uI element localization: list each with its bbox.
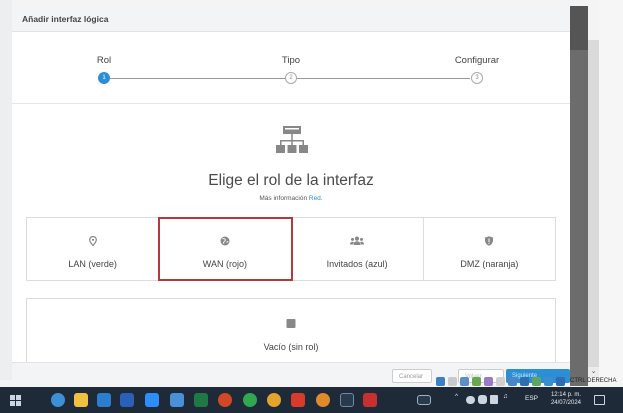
square-icon bbox=[286, 319, 296, 328]
display-icon[interactable] bbox=[508, 376, 517, 386]
windows-taskbar: ^ ♫ ESP 12:14 p. m. 24/07/2024 bbox=[0, 387, 623, 413]
add-logical-interface-dialog: Añadir interfaz lógica Rol 1 Tipo 2 Conf… bbox=[12, 6, 570, 362]
file-explorer-icon[interactable] bbox=[74, 393, 88, 407]
role-label-void: Vacío (sin rol) bbox=[263, 342, 319, 352]
network-icon[interactable] bbox=[472, 376, 481, 386]
role-option-void[interactable]: Vacío (sin rol) bbox=[26, 298, 556, 362]
onedrive-icon[interactable] bbox=[466, 396, 475, 404]
role-label-wan: WAN (rojo) bbox=[202, 259, 247, 269]
stepper-line bbox=[110, 78, 286, 79]
step-label-configurar: Configurar bbox=[454, 55, 500, 66]
clock-time: 12:14 p. m. bbox=[550, 392, 581, 398]
whatsapp-icon[interactable] bbox=[243, 393, 257, 407]
acrobat-icon[interactable] bbox=[291, 393, 305, 407]
more-info-link[interactable]: Red. bbox=[309, 195, 323, 202]
chrome-icon[interactable] bbox=[267, 393, 281, 407]
start-menu-icon[interactable] bbox=[10, 395, 21, 406]
chrome-alt-icon[interactable] bbox=[316, 393, 330, 407]
notification-center-icon[interactable] bbox=[594, 395, 605, 405]
powerpoint-icon[interactable] bbox=[218, 393, 232, 407]
more-info-prefix: Más información bbox=[259, 195, 308, 202]
step-label-rol: Rol bbox=[96, 55, 112, 66]
word-icon[interactable] bbox=[120, 393, 134, 407]
more-info-text: Más información Red. bbox=[12, 195, 570, 202]
page-scrollbar[interactable] bbox=[588, 40, 599, 368]
edge-browser-icon[interactable] bbox=[51, 393, 65, 407]
wizard-stepper: Rol 1 Tipo 2 Configurar 3 bbox=[12, 32, 570, 104]
map-pin-icon bbox=[88, 235, 97, 249]
network-topology-icon bbox=[275, 124, 309, 163]
modal-overlay-edge-top bbox=[570, 6, 588, 50]
role-label-guests: Invitados (azul) bbox=[326, 259, 388, 269]
usb-icon[interactable] bbox=[484, 376, 493, 386]
app-icon[interactable] bbox=[170, 393, 184, 407]
step-circle-tipo[interactable]: 2 bbox=[285, 72, 297, 84]
recording-icon[interactable] bbox=[520, 376, 529, 386]
shared-folder-icon[interactable] bbox=[496, 376, 505, 386]
settings-icon[interactable] bbox=[340, 393, 354, 407]
dialog-title: Añadir interfaz lógica bbox=[22, 14, 109, 24]
modal-overlay-edge bbox=[570, 6, 588, 386]
users-icon bbox=[350, 236, 365, 249]
cancel-button[interactable]: Cancelar bbox=[392, 369, 432, 383]
keyboard-icon[interactable] bbox=[556, 376, 565, 386]
globe-icon bbox=[220, 236, 230, 249]
vm-status-bar: CTRL DERECHA bbox=[436, 375, 616, 387]
dialog-header: Añadir interfaz lógica bbox=[12, 6, 570, 32]
tray-chevron-icon[interactable]: ^ bbox=[455, 393, 458, 400]
screen-edge bbox=[0, 0, 12, 380]
role-label-lan: LAN (verde) bbox=[68, 259, 117, 269]
role-option-dmz[interactable]: DMZ (naranja) bbox=[424, 218, 555, 280]
step-label-tipo: Tipo bbox=[281, 55, 301, 66]
role-heading: Elige el rol de la interfaz bbox=[208, 172, 374, 189]
role-option-lan[interactable]: LAN (verde) bbox=[27, 218, 160, 280]
role-options: LAN (verde) WAN (rojo) Invitados (azul) … bbox=[26, 217, 556, 281]
role-option-wan[interactable]: WAN (rojo) bbox=[158, 217, 293, 281]
volume-icon[interactable]: ♫ bbox=[503, 393, 508, 400]
stepper-line bbox=[296, 78, 470, 79]
keyboard-layout-icon[interactable] bbox=[417, 395, 431, 405]
zoom-icon[interactable] bbox=[145, 393, 159, 407]
screen-edge-right bbox=[599, 0, 623, 380]
excel-icon[interactable] bbox=[194, 393, 208, 407]
language-indicator[interactable]: ESP bbox=[525, 395, 538, 402]
clock-date: 24/07/2024 bbox=[550, 400, 581, 406]
cpu-icon[interactable] bbox=[532, 376, 541, 386]
mail-icon[interactable] bbox=[97, 393, 111, 407]
step-circle-configurar[interactable]: 3 bbox=[471, 72, 483, 84]
step-circle-rol[interactable]: 1 bbox=[98, 72, 110, 84]
shield-icon bbox=[485, 236, 494, 249]
hard-disk-icon[interactable] bbox=[436, 376, 445, 386]
audio-icon[interactable] bbox=[460, 376, 469, 386]
mouse-integration-icon[interactable] bbox=[544, 376, 553, 386]
host-key-label: CTRL DERECHA bbox=[570, 378, 617, 384]
virtualbox-window-icon[interactable] bbox=[363, 393, 377, 407]
optical-drive-icon[interactable] bbox=[448, 376, 457, 386]
tray-app-icon[interactable] bbox=[478, 395, 487, 404]
role-option-guests[interactable]: Invitados (azul) bbox=[292, 218, 424, 280]
taskbar-clock[interactable]: 12:14 p. m. 24/07/2024 bbox=[543, 391, 581, 407]
battery-icon[interactable] bbox=[490, 395, 498, 404]
role-label-dmz: DMZ (naranja) bbox=[460, 259, 519, 269]
